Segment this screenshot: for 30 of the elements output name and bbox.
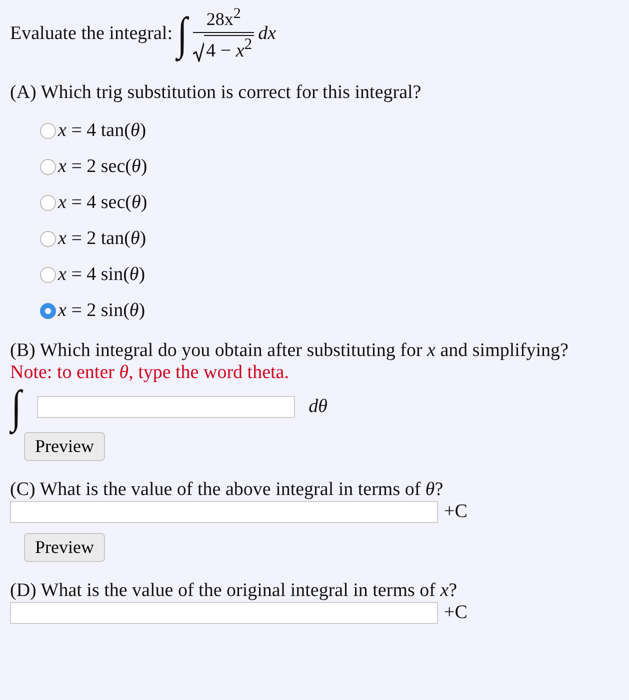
question-text: (A) Which trig substitution is correct for this integral? bbox=[10, 82, 422, 104]
denominator: 4 − x$^{2}$ bbox=[204, 35, 254, 62]
differential: dx bbox=[258, 23, 276, 46]
radio-button[interactable] bbox=[40, 123, 56, 140]
option-label: x = 2 sin(θ) bbox=[58, 300, 146, 322]
radio-button[interactable] bbox=[40, 303, 56, 320]
prompt-text: Evaluate the integral: bbox=[10, 23, 172, 46]
constant-label: +C bbox=[444, 602, 468, 624]
constant-label: +C bbox=[444, 501, 468, 524]
numerator: 28x$^{2}$ bbox=[193, 6, 254, 33]
answer-field[interactable] bbox=[36, 396, 295, 418]
radio-button[interactable] bbox=[40, 231, 56, 248]
differential: dθ bbox=[308, 396, 328, 418]
preview-button[interactable]: Preview bbox=[24, 533, 105, 562]
radical-sign-icon bbox=[193, 42, 204, 62]
answer-field[interactable] bbox=[10, 602, 438, 624]
option-label: x = 2 sec(θ) bbox=[58, 156, 148, 178]
option-label: x = 2 tan(θ) bbox=[58, 228, 146, 250]
question-text: (C) What is the value of the above integral in terms of θ? bbox=[10, 479, 444, 502]
question-text: (B) Which integral do you obtain after substituting for x and simplifying? bbox=[10, 340, 570, 362]
answer-field[interactable] bbox=[10, 501, 438, 524]
preview-button[interactable]: Preview bbox=[24, 432, 105, 462]
option-label: x = 4 tan(θ) bbox=[58, 120, 146, 142]
option-label: x = 4 sec(θ) bbox=[58, 192, 148, 214]
question-text: (D) What is the value of the original integral in terms of x? bbox=[10, 580, 458, 602]
radio-button[interactable] bbox=[40, 267, 56, 284]
option-label: x = 4 sin(θ) bbox=[58, 264, 146, 286]
note-text: Note: to enter θ, type the word theta. bbox=[10, 362, 290, 384]
radio-button[interactable] bbox=[40, 195, 56, 212]
radio-button[interactable] bbox=[40, 159, 56, 176]
